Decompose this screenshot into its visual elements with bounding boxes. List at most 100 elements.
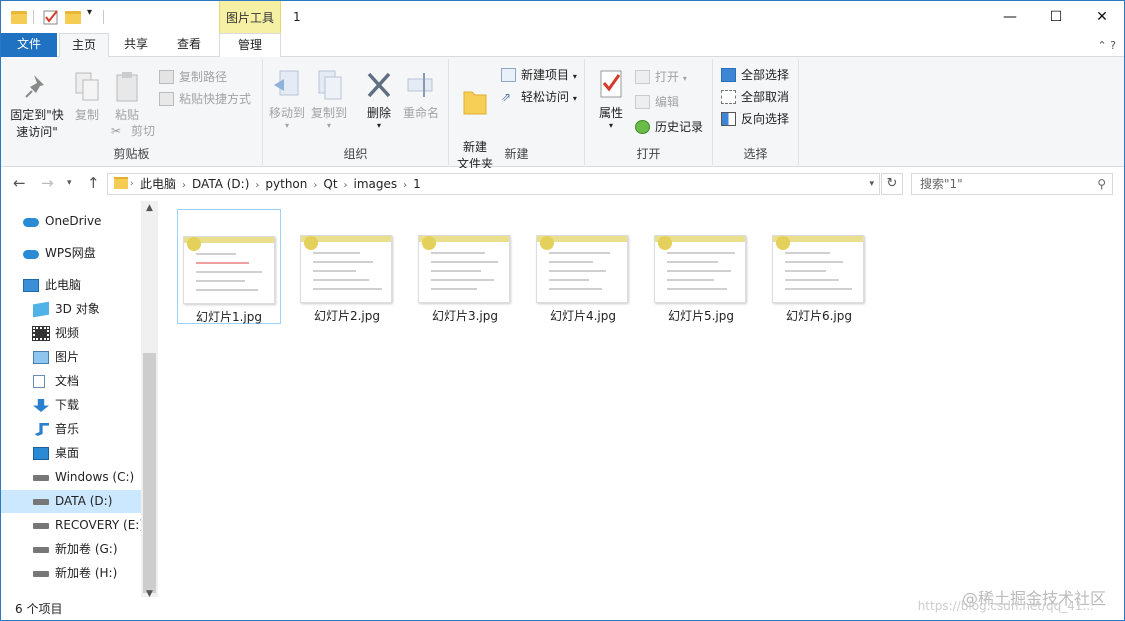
properties-qat-button[interactable] — [43, 9, 58, 25]
sidebar-item[interactable]: WPS网盘 — [1, 242, 141, 265]
easy-access-button[interactable]: ⇗ 轻松访问 ▾ — [501, 87, 577, 107]
sidebar-item[interactable]: RECOVERY (E:) — [1, 514, 144, 537]
sidebar-item[interactable]: 文档 — [1, 370, 141, 393]
navigation-row: ← → ▾ ↑ › 此电脑 › DATA (D:) › python › Qt › images… — [1, 168, 1124, 198]
sidebar-item[interactable]: 下载 — [1, 394, 141, 417]
search-input[interactable]: 搜索"1" ⚲ — [911, 173, 1113, 195]
tab-share[interactable]: 共享 — [113, 33, 159, 57]
open-dropdown-icon: ▾ — [682, 74, 687, 83]
tab-file[interactable]: 文件 — [1, 33, 57, 57]
folder-icon — [11, 11, 27, 24]
tab-manage[interactable]: 管理 — [219, 33, 281, 58]
scroll-up-icon[interactable]: ▲ — [141, 203, 158, 213]
sidebar-item[interactable]: 新加卷 (G:) — [1, 538, 141, 561]
cube-icon — [33, 301, 49, 318]
maximize-button[interactable]: ☐ — [1033, 1, 1079, 33]
paste-shortcut-button[interactable]: 粘贴快捷方式 — [159, 89, 251, 109]
rename-label: 重命名 — [402, 106, 439, 120]
move-to-button[interactable]: 移动到 ▾ — [267, 69, 307, 130]
breadcrumb-item[interactable]: DATA (D:) — [192, 177, 249, 191]
tab-view[interactable]: 查看 — [165, 33, 213, 57]
breadcrumb-item[interactable]: 1 — [413, 177, 421, 191]
sidebar-item-label: WPS网盘 — [45, 246, 96, 260]
delete-label: 删除 — [366, 106, 391, 120]
edit-button[interactable]: 编辑 — [635, 92, 679, 112]
sidebar-item[interactable]: 桌面 — [1, 442, 141, 465]
item-count: 6 个项目 — [15, 602, 63, 616]
properties-button[interactable]: 属性 ▾ — [593, 69, 629, 130]
cut-button[interactable]: ✂ 剪切 — [111, 121, 155, 141]
picture-tools-tab-header: 图片工具 — [219, 1, 281, 33]
sidebar-item[interactable]: 视频 — [1, 322, 141, 345]
copy-button[interactable]: 复制 — [71, 71, 103, 124]
file-thumbnail — [418, 235, 510, 303]
chevron-right-icon[interactable]: › — [344, 180, 348, 191]
invert-selection-button[interactable]: 反向选择 — [721, 109, 789, 129]
nav-scrollbar[interactable]: ▲ ▼ — [141, 201, 158, 601]
sidebar-item[interactable]: 音乐 — [1, 418, 141, 441]
copy-path-icon — [159, 70, 174, 84]
sidebar-item[interactable]: DATA (D:) — [1, 490, 141, 513]
select-all-icon — [721, 68, 736, 82]
sidebar-item[interactable]: 新加卷 (H:) — [1, 562, 141, 585]
back-arrow-icon[interactable]: ← — [13, 174, 26, 192]
file-item[interactable]: 幻灯片3.jpg — [413, 209, 517, 324]
file-item[interactable]: 幻灯片4.jpg — [531, 209, 635, 324]
search-placeholder: 搜索"1" — [920, 177, 963, 191]
paste-shortcut-label: 粘贴快捷方式 — [179, 92, 252, 106]
edit-label: 编辑 — [655, 95, 680, 109]
sidebar-item[interactable]: 3D 对象 — [1, 298, 141, 321]
select-all-button[interactable]: 全部选择 — [721, 65, 789, 85]
minimize-button[interactable]: — — [987, 1, 1033, 33]
address-bar[interactable]: › 此电脑 › DATA (D:) › python › Qt › images › 1 ▾ — [107, 173, 880, 195]
paste-button[interactable]: 粘贴 — [111, 71, 143, 124]
file-thumbnail — [183, 236, 275, 304]
delete-button[interactable]: 删除 ▾ — [361, 69, 397, 130]
chevron-right-icon[interactable]: › — [403, 180, 407, 191]
breadcrumb-item[interactable]: python — [265, 177, 307, 191]
qat-dropdown-icon[interactable]: ▾ — [87, 7, 101, 23]
sidebar-item[interactable]: OneDrive — [1, 210, 141, 233]
new-item-button[interactable]: 新建项目 ▾ — [501, 65, 577, 85]
close-button[interactable]: ✕ — [1079, 1, 1124, 33]
recent-dropdown-icon[interactable]: ▾ — [67, 178, 72, 188]
chevron-right-icon[interactable]: › — [255, 180, 259, 191]
pin-icon — [22, 71, 52, 103]
copy-to-button[interactable]: 复制到 ▾ — [309, 69, 349, 130]
sidebar-item-label: 此电脑 — [45, 278, 82, 292]
file-item[interactable]: 幻灯片6.jpg — [767, 209, 871, 324]
search-icon: ⚲ — [1097, 177, 1106, 191]
rename-button[interactable]: 重命名 — [401, 69, 441, 122]
address-dropdown-icon[interactable]: ▾ — [869, 174, 874, 194]
open-group-label: 打开 — [636, 147, 661, 161]
select-none-button[interactable]: 全部取消 — [721, 87, 789, 107]
history-button[interactable]: 历史记录 — [635, 117, 703, 137]
new-item-icon — [501, 68, 516, 82]
chevron-right-icon[interactable]: › — [182, 180, 186, 191]
file-item[interactable]: 幻灯片1.jpg — [177, 209, 281, 324]
scroll-thumb[interactable] — [143, 353, 156, 593]
breadcrumb-item[interactable]: images — [354, 177, 398, 191]
file-thumbnail — [536, 235, 628, 303]
file-item[interactable]: 幻灯片2.jpg — [295, 209, 399, 324]
file-item[interactable]: 幻灯片5.jpg — [649, 209, 753, 324]
easy-access-icon: ⇗ — [501, 90, 512, 104]
breadcrumb-item[interactable]: 此电脑 — [140, 177, 176, 191]
organize-group: 移动到 ▾ 复制到 ▾ 删除 ▾ 重命名 组织 — [263, 59, 449, 165]
open-button[interactable]: 打开 ▾ — [635, 67, 687, 87]
up-arrow-icon[interactable]: ↑ — [87, 174, 100, 192]
ribbon-collapse-and-help[interactable]: ⌃ ? — [1097, 39, 1116, 52]
refresh-button[interactable]: ↻ — [881, 173, 903, 195]
sidebar-item-label: 视频 — [55, 326, 80, 340]
tab-home[interactable]: 主页 — [59, 33, 109, 58]
sidebar-item[interactable]: 此电脑 — [1, 274, 141, 297]
chevron-right-icon[interactable]: › — [313, 180, 317, 191]
sidebar-item[interactable]: Windows (C:) — [1, 466, 141, 489]
pin-quick-access-button[interactable]: 固定到"快速访问" — [7, 71, 67, 141]
paste-label: 粘贴 — [114, 108, 139, 122]
breadcrumb-item[interactable]: Qt — [323, 177, 337, 191]
copy-path-button[interactable]: 复制路径 — [159, 67, 227, 87]
forward-arrow-icon[interactable]: → — [41, 174, 54, 192]
new-folder-qat-button[interactable] — [65, 11, 81, 24]
sidebar-item[interactable]: 图片 — [1, 346, 141, 369]
